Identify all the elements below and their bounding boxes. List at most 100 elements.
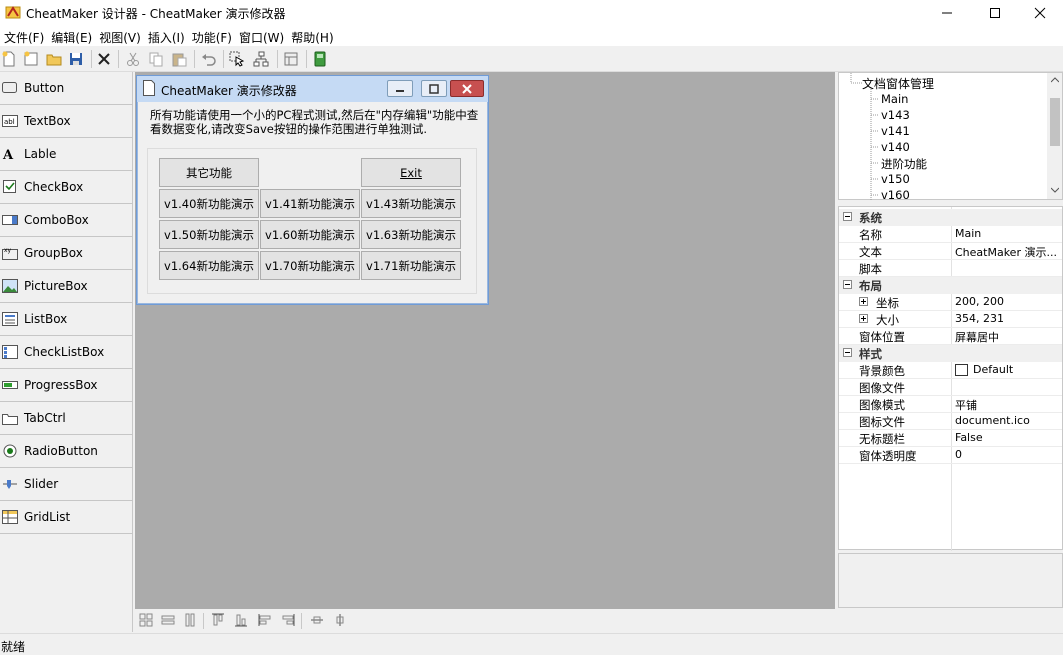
grid-align-icon[interactable]: [138, 612, 154, 628]
select-pointer-icon[interactable]: [228, 50, 246, 68]
prop-row-size[interactable]: 大小 354, 231: [839, 311, 1062, 328]
collapse-icon[interactable]: [843, 348, 852, 357]
tool-groupbox[interactable]: xy GroupBox: [0, 237, 133, 270]
checkbox-icon: [2, 180, 18, 194]
menu-function[interactable]: 功能(F): [188, 26, 235, 46]
tool-radiobutton[interactable]: RadioButton: [0, 435, 133, 468]
tree-item-v150[interactable]: v150: [881, 172, 910, 186]
save-icon[interactable]: [67, 50, 85, 68]
center-horizontal-icon[interactable]: [309, 612, 325, 628]
groupbox-icon: xy: [2, 246, 18, 260]
v163-demo-button[interactable]: v1.63新功能演示: [361, 220, 461, 249]
expand-icon[interactable]: [859, 314, 868, 323]
tree-item-v141[interactable]: v141: [881, 124, 910, 138]
tool-checkbox[interactable]: CheckBox: [0, 171, 133, 204]
prop-group-style[interactable]: 样式: [839, 345, 1062, 362]
tree-item-v160[interactable]: v160: [881, 188, 910, 202]
designed-form[interactable]: CheatMaker 演示修改器 所有功能请使用一个小的PC程式测试,然后在"内…: [136, 75, 489, 305]
prop-row-position[interactable]: 坐标 200, 200: [839, 294, 1062, 311]
undo-icon[interactable]: [200, 50, 218, 68]
tool-tabctrl[interactable]: TabCtrl: [0, 402, 133, 435]
v170-demo-button[interactable]: v1.70新功能演示: [260, 251, 360, 280]
tool-label[interactable]: A Lable: [0, 138, 133, 171]
tool-slider[interactable]: Slider: [0, 468, 133, 501]
new-file-icon[interactable]: [0, 50, 18, 68]
minimize-button[interactable]: [924, 0, 970, 26]
tool-gridlist[interactable]: GridList: [0, 501, 133, 534]
prop-row-image-mode[interactable]: 图像模式 平铺: [839, 396, 1062, 413]
prop-group-system[interactable]: 系统: [839, 209, 1062, 226]
prop-row-image[interactable]: 图像文件: [839, 379, 1062, 396]
menu-file[interactable]: 文件(F): [0, 26, 47, 46]
cut-icon[interactable]: [124, 50, 142, 68]
open-folder-icon[interactable]: [45, 50, 63, 68]
property-description-box: [838, 553, 1063, 608]
v141-demo-button[interactable]: v1.41新功能演示: [260, 189, 360, 218]
prop-row-icon-file[interactable]: 图标文件 document.ico: [839, 413, 1062, 430]
copy-icon[interactable]: [147, 50, 165, 68]
scroll-up-icon[interactable]: [1047, 73, 1062, 87]
form-title-bar[interactable]: CheatMaker 演示修改器: [137, 76, 488, 102]
menu-help[interactable]: 帮助(H): [287, 26, 336, 46]
tree-scroll-thumb[interactable]: [1050, 98, 1060, 146]
prop-group-layout[interactable]: 布局: [839, 277, 1062, 294]
v160-demo-button[interactable]: v1.60新功能演示: [260, 220, 360, 249]
v143-demo-button[interactable]: v1.43新功能演示: [361, 189, 461, 218]
align-right-icon[interactable]: [280, 612, 296, 628]
exit-button[interactable]: Exit: [361, 158, 461, 187]
prop-row-name[interactable]: 名称 Main: [839, 226, 1062, 243]
tool-textbox[interactable]: abl TextBox: [0, 105, 133, 138]
scroll-down-icon[interactable]: [1047, 183, 1062, 197]
close-button[interactable]: [1017, 0, 1063, 26]
menu-window[interactable]: 窗口(W): [235, 26, 287, 46]
tree-item-main[interactable]: Main: [881, 92, 908, 106]
prop-row-opacity[interactable]: 窗体透明度 0: [839, 447, 1062, 464]
svg-text:abl: abl: [4, 118, 15, 126]
collapse-icon[interactable]: [843, 280, 852, 289]
paste-icon[interactable]: [170, 50, 188, 68]
maximize-button[interactable]: [972, 0, 1018, 26]
tree-root[interactable]: 文档窗体管理: [862, 75, 934, 92]
tool-checklistbox[interactable]: CheckListBox: [0, 336, 133, 369]
tool-progressbox[interactable]: ProgressBox: [0, 369, 133, 402]
form-layout-icon[interactable]: [282, 50, 300, 68]
prop-row-bgcolor[interactable]: 背景颜色 Default: [839, 362, 1062, 379]
v171-demo-button[interactable]: v1.71新功能演示: [361, 251, 461, 280]
center-vertical-icon[interactable]: [332, 612, 348, 628]
new-form-icon[interactable]: [22, 50, 40, 68]
v164-demo-button[interactable]: v1.64新功能演示: [159, 251, 259, 280]
tool-button[interactable]: Button: [0, 72, 133, 105]
same-width-icon[interactable]: [160, 612, 176, 628]
form-maximize-button[interactable]: [421, 80, 447, 97]
align-left-icon[interactable]: [257, 612, 273, 628]
prop-row-text[interactable]: 文本 CheatMaker 演示...: [839, 243, 1062, 260]
menu-edit[interactable]: 编辑(E): [47, 26, 95, 46]
run-book-icon[interactable]: [311, 50, 329, 68]
align-bottom-icon[interactable]: [233, 612, 249, 628]
menu-view[interactable]: 视图(V): [95, 26, 144, 46]
color-swatch[interactable]: [955, 364, 968, 376]
tool-listbox[interactable]: ListBox: [0, 303, 133, 336]
hierarchy-icon[interactable]: [252, 50, 270, 68]
prop-row-window-position[interactable]: 窗体位置 屏幕居中: [839, 328, 1062, 345]
align-top-icon[interactable]: [210, 612, 226, 628]
expand-icon[interactable]: [859, 297, 868, 306]
prop-row-no-titlebar[interactable]: 无标题栏 False: [839, 430, 1062, 447]
same-height-icon[interactable]: [182, 612, 198, 628]
collapse-icon[interactable]: [843, 212, 852, 221]
prop-row-script[interactable]: 脚本: [839, 260, 1062, 277]
listbox-icon: [2, 312, 18, 326]
tool-combobox[interactable]: ComboBox: [0, 204, 133, 237]
other-functions-button[interactable]: 其它功能: [159, 158, 259, 187]
form-close-button[interactable]: [450, 80, 484, 97]
tree-item-v140[interactable]: v140: [881, 140, 910, 154]
menu-insert[interactable]: 插入(I): [144, 26, 188, 46]
v140-demo-button[interactable]: v1.40新功能演示: [159, 189, 259, 218]
tree-scrollbar[interactable]: [1047, 73, 1062, 199]
delete-icon[interactable]: [95, 50, 113, 68]
form-minimize-button[interactable]: [387, 80, 413, 97]
tree-item-v143[interactable]: v143: [881, 108, 910, 122]
tree-item-advanced[interactable]: 进阶功能: [881, 156, 927, 172]
tool-picturebox[interactable]: PictureBox: [0, 270, 133, 303]
v150-demo-button[interactable]: v1.50新功能演示: [159, 220, 259, 249]
